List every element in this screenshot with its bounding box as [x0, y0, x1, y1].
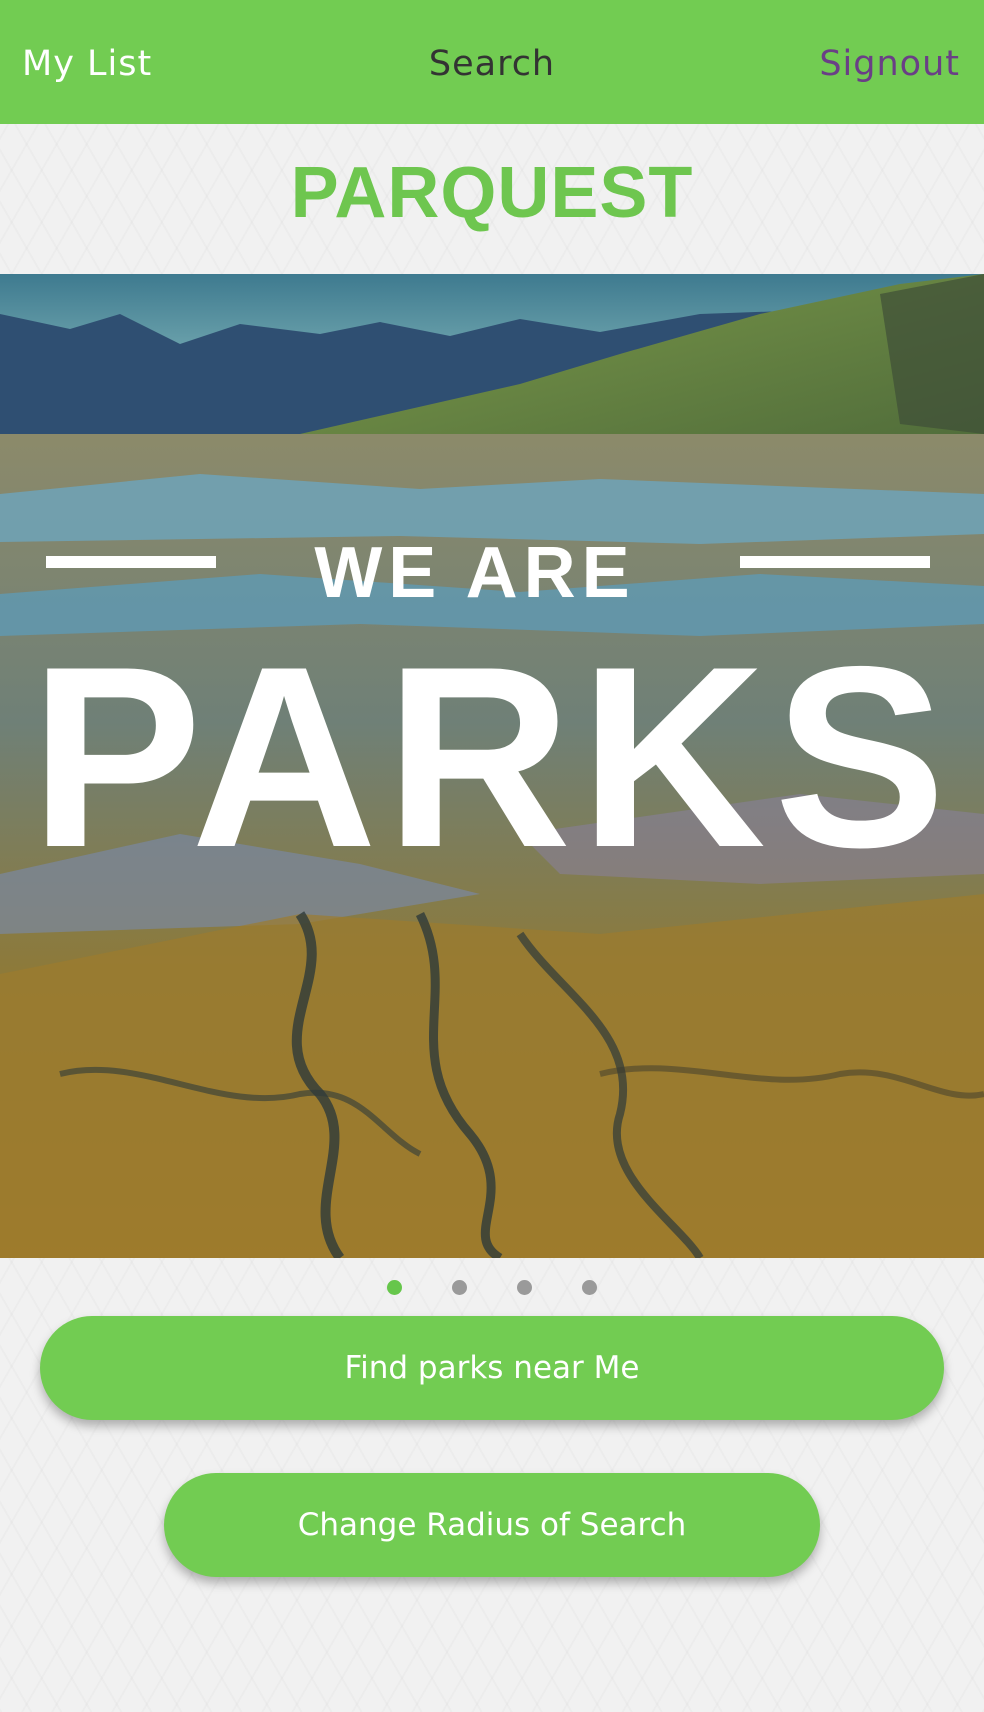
hero-text-parks: PARKS — [30, 612, 954, 901]
nav-bar: My List Search Signout — [0, 0, 984, 124]
pager-dot[interactable] — [452, 1280, 467, 1295]
carousel-pager — [0, 1280, 984, 1296]
pager-dot[interactable] — [582, 1280, 597, 1295]
change-radius-button[interactable]: Change Radius of Search — [164, 1473, 820, 1577]
hero-image: WE ARE PARKS — [0, 274, 984, 1258]
hero-text-we-are: WE ARE — [314, 533, 635, 613]
pager-dot[interactable] — [517, 1280, 532, 1295]
app-brand-title: PARQUEST — [290, 153, 694, 233]
app-screen: My List Search Signout PARQUEST WE ARE P… — [0, 0, 984, 1712]
hero-carousel[interactable]: WE ARE PARKS — [0, 274, 984, 1258]
pager-dot[interactable] — [387, 1280, 402, 1295]
find-parks-button[interactable]: Find parks near Me — [40, 1316, 944, 1420]
signout-button[interactable]: Signout — [819, 44, 960, 84]
